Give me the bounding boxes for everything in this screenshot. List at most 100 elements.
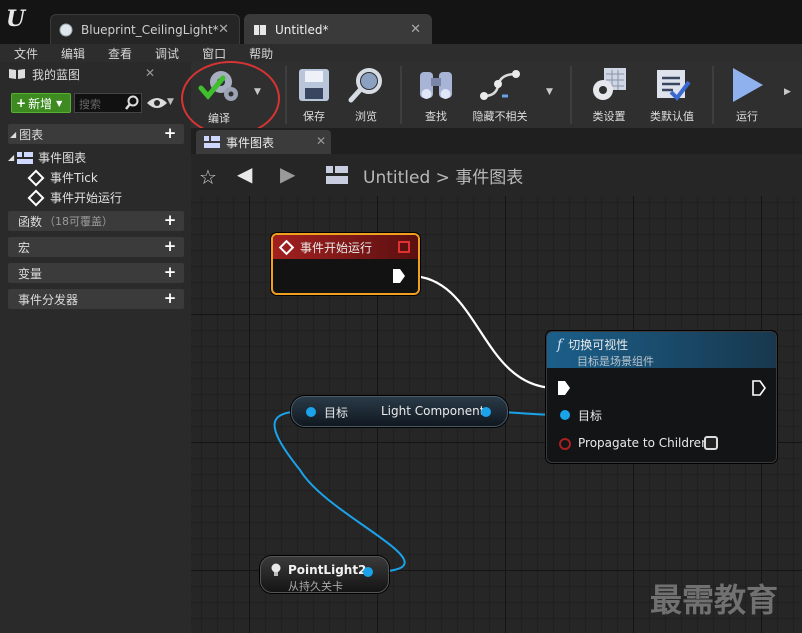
lightbulb-icon [271,563,281,576]
find-label: 查找 [425,110,447,123]
section-variables-label: 变量 [18,266,43,281]
pin-output-label: Light Component [381,404,485,418]
menu-view[interactable]: 查看 [94,44,141,62]
event-icon [27,189,45,206]
object-pin-icon[interactable] [558,408,572,422]
search-placeholder: 搜索 [79,98,101,111]
toolbar-separator [712,66,714,124]
node-event-begin-play[interactable]: 事件开始运行 [271,233,420,295]
star-icon[interactable]: ☆ [199,165,217,189]
search-icon [125,95,139,110]
play-button[interactable]: 运行 [722,64,772,126]
play-label: 运行 [736,110,758,123]
close-icon[interactable]: ✕ [218,22,229,37]
chevron-down-icon[interactable]: ▶ [784,87,791,97]
node-header: 事件开始运行 [273,235,418,259]
add-macro-icon[interactable]: + [162,239,178,255]
functions-note: （18可覆盖） [44,215,114,228]
toolbar-separator [570,66,572,124]
menu-debug[interactable]: 调试 [141,44,188,62]
node-title: 事件开始运行 [300,240,373,255]
menu-edit[interactable]: 编辑 [47,44,94,62]
hide-unrelated-button[interactable]: 隐藏不相关 [469,64,531,126]
binoculars-icon [420,72,452,99]
add-dispatcher-icon[interactable]: + [162,291,178,307]
pin-target-label: 目标 [324,406,349,420]
node-title: PointLight2 [288,563,367,577]
breadcrumb-root[interactable]: Untitled [363,168,430,188]
unreal-logo-icon: U [6,6,26,32]
watermark: 最需教育 [650,581,779,619]
exec-out-pin-icon[interactable] [392,268,406,284]
class-defaults-icon [657,70,691,102]
highlight-circle [181,61,280,136]
panel-title: 我的蓝图 [32,67,81,82]
my-blueprint-panel [0,62,191,633]
event-icon [27,169,45,186]
menu-bar: 文件 编辑 查看 调试 窗口 帮助 [0,44,802,62]
section-dispatchers-label: 事件分发器 [18,292,79,307]
section-variables[interactable]: 变量 + [8,263,184,283]
add-variable-icon[interactable]: + [162,265,178,281]
class-settings-button[interactable]: 类设置 [586,64,632,126]
find-button[interactable]: 查找 [413,64,459,126]
close-icon[interactable]: ✕ [410,22,421,37]
section-dispatchers[interactable]: 事件分发器 + [8,289,184,309]
tree-event-begin-play[interactable]: 事件开始运行 [27,189,122,206]
node-title: 切换可视性 [568,338,629,352]
tab-event-graph[interactable]: 事件图表 [196,130,331,154]
class-settings-label: 类设置 [592,110,626,123]
propagate-checkbox[interactable] [704,436,718,450]
chevron-down-icon[interactable]: ▼ [167,97,174,107]
blueprint-asset-icon [59,23,73,36]
section-graphs[interactable]: ◢ 图表 + [8,124,184,144]
eye-icon[interactable] [146,96,168,110]
section-functions-label: 函数 [18,214,43,229]
hide-unrelated-icon [480,70,520,100]
plus-icon: + [16,96,27,110]
node-subtitle: 目标是场景组件 [577,355,654,368]
hide-unrelated-label: 隐藏不相关 [472,110,528,123]
delegate-pin-icon[interactable] [398,241,410,253]
close-icon[interactable]: ✕ [145,66,155,80]
bool-pin-icon[interactable] [558,437,572,451]
chevron-down-icon[interactable]: ▼ [546,87,553,97]
object-pin-icon[interactable] [479,405,493,419]
menu-help[interactable]: 帮助 [235,44,282,62]
add-function-icon[interactable]: + [162,213,178,229]
pin-target-label: 目标 [578,409,603,423]
add-new-button[interactable]: + 新增 ▼ [11,93,71,113]
function-icon: f [557,336,563,353]
section-functions[interactable]: 函数 （18可覆盖） + [8,211,184,231]
section-macros[interactable]: 宏 + [8,237,184,257]
tree-event-tick[interactable]: 事件Tick [27,169,98,186]
play-icon [733,68,763,102]
exec-in-pin-icon[interactable] [557,380,571,396]
back-arrow-icon[interactable]: ◀ [237,162,252,186]
object-pin-icon[interactable] [361,565,375,579]
browse-button[interactable]: 浏览 [343,64,389,126]
close-icon[interactable]: ✕ [316,134,326,148]
book-icon [9,69,25,79]
tree-event-graph[interactable]: ◢ 事件图表 [8,149,86,166]
event-graph-label: 事件图表 [38,151,87,165]
toolbar-separator [400,66,402,124]
menu-window[interactable]: 窗口 [188,44,235,62]
save-button[interactable]: 保存 [292,64,336,126]
class-defaults-button[interactable]: 类默认值 [644,64,700,126]
menu-file[interactable]: 文件 [0,44,47,62]
collapse-arrow-icon: ◢ [10,129,17,139]
tab-untitled[interactable]: Untitled* ✕ [244,14,432,44]
exec-out-pin-icon[interactable] [752,380,766,396]
magnifier-icon [348,68,382,103]
add-graph-icon[interactable]: + [162,126,178,142]
forward-arrow-icon[interactable]: ▶ [280,162,295,186]
collapse-arrow-icon: ◢ [8,153,15,162]
toolbar-separator [285,66,287,124]
add-new-label: 新增 [28,96,53,111]
graph-icon [17,151,34,164]
panel-tab-my-blueprint[interactable]: 我的蓝图 [8,63,158,85]
tab-label: Blueprint_CeilingLight* [81,22,219,37]
tab-blueprint-ceilinglight[interactable]: Blueprint_CeilingLight* ✕ [50,14,240,44]
object-pin-icon[interactable] [304,405,318,419]
